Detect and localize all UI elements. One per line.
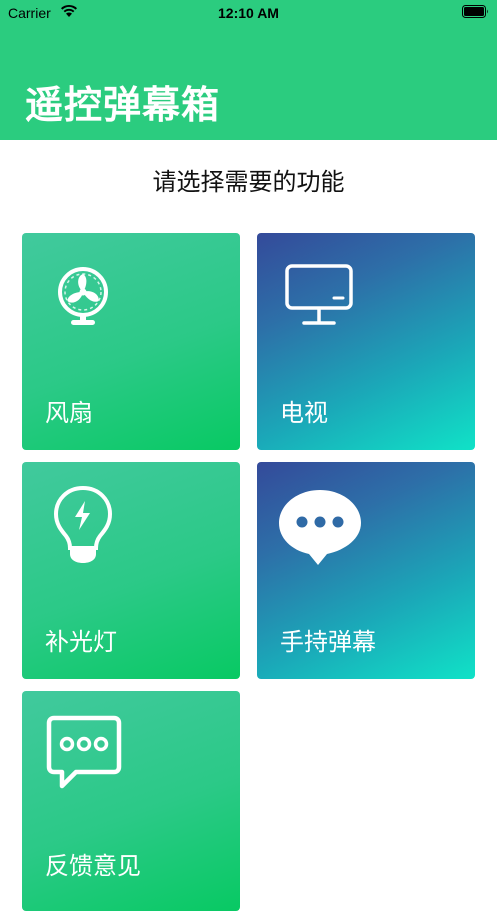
page-subtitle: 请选择需要的功能	[152, 168, 345, 196]
handheld-danmaku-label: 手持弹幕	[280, 628, 376, 656]
fan-label: 风扇	[45, 399, 93, 427]
chat-bubble-icon	[279, 490, 361, 565]
fill-light-label: 补光灯	[45, 628, 117, 656]
tv-card[interactable]: 电视	[257, 233, 475, 450]
app-header: Carrier 12:10 AM 遥控弹幕箱	[0, 0, 497, 140]
fan-card[interactable]: 风扇	[22, 233, 240, 450]
fill-light-card[interactable]: 补光灯	[22, 462, 240, 679]
feedback-icon	[46, 715, 122, 789]
app-title: 遥控弹幕箱	[25, 83, 221, 127]
tv-label: 电视	[280, 399, 328, 427]
tv-icon	[285, 264, 353, 325]
battery-icon	[462, 5, 488, 18]
status-time: 12:10 AM	[218, 5, 279, 21]
fan-icon	[58, 267, 108, 325]
handheld-danmaku-card[interactable]: 手持弹幕	[257, 462, 475, 679]
feedback-label: 反馈意见	[45, 852, 141, 880]
feedback-card[interactable]: 反馈意见	[22, 691, 240, 911]
status-bar: Carrier 12:10 AM	[0, 0, 497, 26]
lightbulb-icon	[53, 485, 113, 563]
